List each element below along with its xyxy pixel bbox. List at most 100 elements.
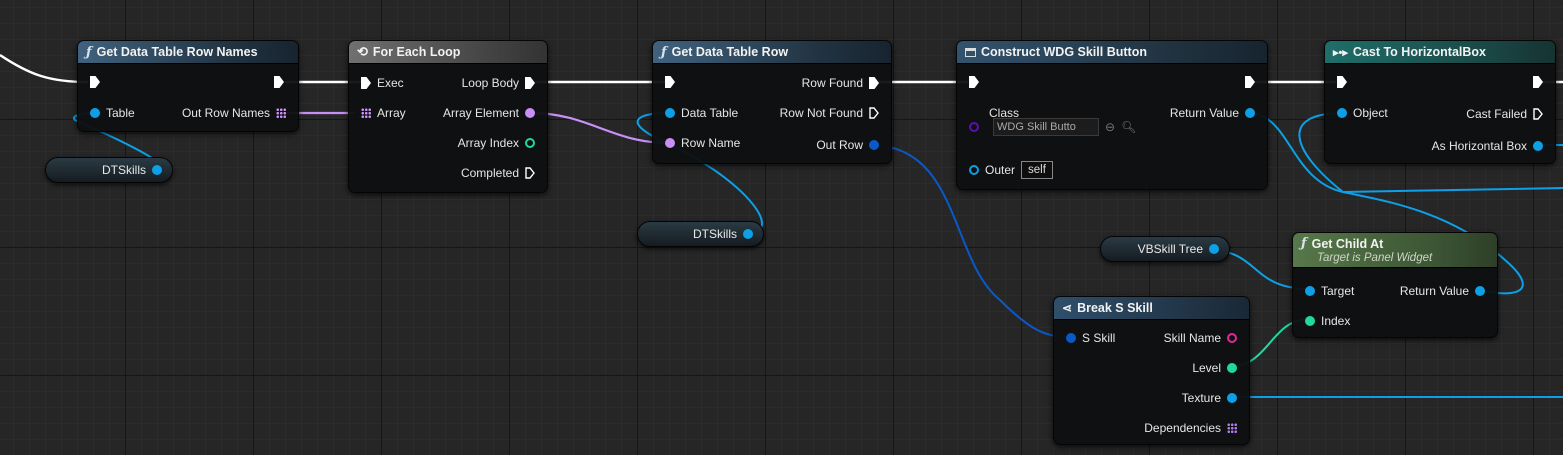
class-pin[interactable] [969,122,979,132]
node-header: ƒ Get Data Table Row [653,41,891,64]
dtskills-variable-node[interactable]: DTSkills [45,157,173,183]
cast-failed-pin[interactable] [1533,108,1543,120]
exec-in-pin[interactable] [1337,76,1347,88]
element-to-rowname-wire [529,111,671,145]
texture-pin[interactable] [1227,393,1237,403]
array-element-pin[interactable] [525,108,535,118]
exec-in-pin[interactable] [361,77,371,89]
cast-to-horizontalbox-node[interactable]: ▸•▸ Cast To HorizontalBox Object Cast Fa… [1324,40,1556,164]
array-index-pin[interactable] [525,138,535,148]
function-icon: ƒ [661,44,667,60]
skill-name-pin[interactable] [1227,333,1237,343]
node-title: Construct WDG Skill Button [981,45,1147,59]
level-label: Level [1192,361,1221,375]
s-skill-pin[interactable] [1066,333,1076,343]
node-subtitle: Target is Panel Widget [1317,252,1433,264]
skill-name-label: Skill Name [1163,331,1221,345]
construct-object-icon [965,47,976,57]
browse-icon[interactable]: 🔍︎ [1121,120,1136,134]
outer-input[interactable]: self [1021,161,1053,179]
out-row-pin[interactable] [869,140,879,150]
dtskills-out-pin[interactable] [743,229,753,239]
as-horizontal-box-pin[interactable] [1533,141,1543,151]
return-value-label: Return Value [1399,284,1469,298]
exec-wire-entry [0,54,89,84]
dtskills-variable-node[interactable]: DTSkills [637,221,764,247]
exec-out-pin[interactable] [1533,76,1543,88]
table-pin[interactable] [90,108,100,118]
node-header: ⋖ Break S Skill [1054,297,1249,320]
loop-macro-icon: ⟲ [357,44,368,59]
index-label: Index [1321,314,1351,328]
get-data-table-row-names-node[interactable]: ƒ Get Data Table Row Names Table Out Row… [77,40,299,132]
vbskill-tree-variable-node[interactable]: VBSkill Tree [1100,236,1230,262]
row-found-pin[interactable] [869,77,879,89]
node-title: Break S Skill [1077,301,1153,315]
row-found-label: Row Found [801,76,863,90]
object-label: Object [1353,106,1388,120]
object-pin[interactable] [1337,108,1347,118]
dependencies-pin[interactable] [1227,423,1237,433]
return-value-pin[interactable] [1245,108,1255,118]
dtskills-out-pin[interactable] [152,165,162,175]
outer-pin[interactable] [969,165,979,175]
array-pin[interactable] [361,108,371,118]
target-pin[interactable] [1305,286,1315,296]
get-data-table-row-node[interactable]: ƒ Get Data Table Row Row Found Data Tabl… [652,40,892,164]
node-title: Cast To HorizontalBox [1352,45,1487,59]
node-header: Construct WDG Skill Button [957,41,1267,64]
exec-label: Exec [377,76,404,90]
vbskill-tree-out-pin[interactable] [1209,244,1219,254]
data-table-pin[interactable] [665,108,675,118]
array-index-label: Array Index [457,136,519,150]
array-element-label: Array Element [442,106,519,120]
exec-in-pin[interactable] [90,76,100,88]
variable-label: VBSkill Tree [1137,242,1203,256]
variable-label: DTSkills [693,227,737,241]
exec-in-pin[interactable] [969,76,979,88]
out-row-label: Out Row [816,138,863,152]
function-icon: ƒ [86,44,92,60]
row-not-found-label: Row Not Found [779,106,863,120]
variable-label: DTSkills [102,163,146,177]
break-s-skill-node[interactable]: ⋖ Break S Skill S Skill Skill Name Level… [1053,296,1250,445]
class-dropdown[interactable]: WDG Skill Butto [993,118,1099,136]
completed-pin[interactable] [525,167,535,179]
row-name-label: Row Name [681,136,741,150]
row-name-pin[interactable] [665,138,675,148]
index-pin[interactable] [1305,316,1315,326]
use-selected-icon[interactable]: ⊖ [1105,120,1115,134]
row-not-found-pin[interactable] [869,107,879,119]
loop-body-pin[interactable] [525,77,535,89]
function-icon: ƒ [1301,236,1307,251]
data-table-label: Data Table [681,106,739,120]
out-row-names-pin[interactable] [276,108,286,118]
level-pin[interactable] [1227,363,1237,373]
node-header: ▸•▸ Cast To HorizontalBox [1325,41,1555,64]
node-title: Get Child At [1311,236,1384,251]
table-label: Table [106,106,135,120]
return-value-pin[interactable] [1475,286,1485,296]
for-each-loop-node[interactable]: ⟲ For Each Loop Exec Loop Body Array Arr… [348,40,548,193]
get-child-at-node[interactable]: ƒ Get Child At Target is Panel Widget Ta… [1292,232,1498,338]
node-title: For Each Loop [372,45,461,59]
loop-body-label: Loop Body [461,76,519,90]
cast-icon: ▸•▸ [1333,46,1348,59]
break-struct-icon: ⋖ [1062,301,1073,315]
as-horizontal-box-label: As Horizontal Box [1431,139,1527,153]
node-header: ⟲ For Each Loop [349,41,547,64]
node-header: ƒ Get Data Table Row Names [78,41,298,64]
node-title: Get Data Table Row Names [96,45,258,59]
node-header: ƒ Get Child At Target is Panel Widget [1293,233,1497,268]
completed-label: Completed [460,166,519,180]
out-row-names-label: Out Row Names [181,106,270,120]
array-label: Array [377,106,406,120]
exec-out-pin[interactable] [1245,76,1255,88]
return-value-label: Return Value [1169,106,1239,120]
node-title: Get Data Table Row [671,45,789,59]
construct-wdg-skill-button-node[interactable]: Construct WDG Skill Button Class WDG Ski… [956,40,1268,190]
outer-label: Outer [985,163,1016,177]
exec-out-pin[interactable] [274,76,284,88]
exec-in-pin[interactable] [665,76,675,88]
dependencies-label: Dependencies [1144,421,1221,435]
